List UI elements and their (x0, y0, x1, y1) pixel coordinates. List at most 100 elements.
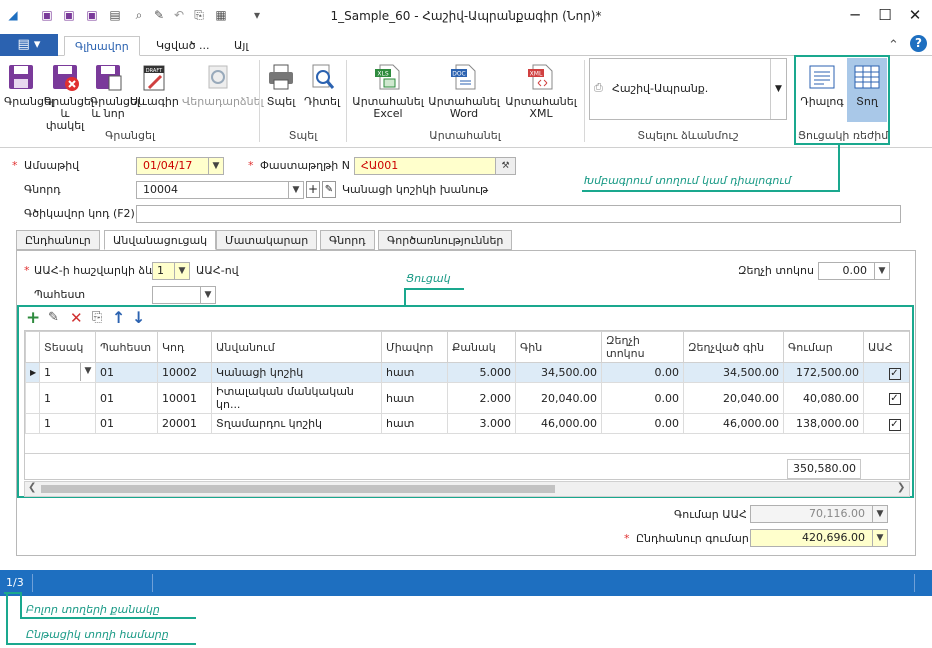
docnum-field[interactable]: ՀԱ001 ⚒ (354, 157, 516, 175)
cell-discount[interactable]: 0.00 (601, 362, 684, 383)
minimize-button[interactable]: ─ (844, 6, 866, 24)
col-header-discounted-price[interactable]: Զեղչված գին (683, 331, 784, 363)
cell-amount[interactable]: 138,000.00 (783, 413, 864, 434)
cell-vat[interactable]: ✓ (863, 413, 909, 434)
cell-price[interactable]: 34,500.00 (515, 362, 602, 383)
partner-field[interactable]: 10004 ▼ (136, 181, 304, 199)
tab-supplier[interactable]: Մատակարար (216, 230, 318, 250)
horizontal-scrollbar[interactable]: ❮ ❯ (24, 481, 910, 497)
col-header-amount[interactable]: Գումար (783, 331, 864, 363)
type-dropdown-icon[interactable]: ▼ (80, 363, 95, 381)
col-header-store[interactable]: Պահեստ (95, 331, 158, 363)
help-icon[interactable]: ? (910, 35, 927, 52)
draft-button[interactable]: DRAFT Սևագիր (130, 62, 179, 108)
cell-type[interactable]: 1 (39, 413, 96, 434)
cell-type[interactable]: 1 (39, 382, 96, 414)
cell-type[interactable]: 1 ▼ (39, 362, 96, 383)
cell-store[interactable]: 01 (95, 413, 158, 434)
row-mode-button[interactable]: Տող (847, 62, 887, 108)
col-header-name[interactable]: Անվանում (211, 331, 382, 363)
cell-discounted-price[interactable]: 20,040.00 (683, 382, 784, 414)
cell-name[interactable]: Տղամարդու կոշիկ (211, 413, 382, 434)
cell-code[interactable]: 10002 (157, 362, 212, 383)
cell-discounted-price[interactable]: 34,500.00 (683, 362, 784, 383)
tab-home[interactable]: Գլխավոր (64, 36, 140, 56)
cell-quantity[interactable]: 5.000 (447, 362, 516, 383)
col-header-discount[interactable]: Զեղչի տոկոս (601, 331, 684, 363)
cell-price[interactable]: 20,040.00 (515, 382, 602, 414)
partner-dropdown-icon[interactable]: ▼ (288, 182, 303, 198)
col-header-type[interactable]: Տեսակ (39, 331, 96, 363)
cell-amount[interactable]: 172,500.00 (783, 362, 864, 383)
vat-method-field[interactable]: 1 ▼ (152, 262, 190, 280)
cell-store[interactable]: 01 (95, 382, 158, 414)
add-icon[interactable]: + (26, 308, 40, 328)
cell-store[interactable]: 01 (95, 362, 158, 383)
cell-quantity[interactable]: 2.000 (447, 382, 516, 414)
arrow-up-icon[interactable]: ↑ (112, 308, 125, 327)
export-excel-button[interactable]: XLS Արտահանել Excel (350, 62, 426, 120)
cell-quantity[interactable]: 3.000 (447, 413, 516, 434)
dialog-mode-button[interactable]: Դիալոգ (800, 62, 844, 108)
vat-checkbox[interactable]: ✓ (888, 367, 901, 380)
print-button[interactable]: Տպել (264, 62, 298, 108)
scroll-left-icon[interactable]: ❮ (28, 482, 36, 493)
barcode-field[interactable] (136, 205, 901, 223)
tab-other[interactable]: Այլ (224, 36, 258, 56)
maximize-button[interactable]: ☐ (874, 6, 896, 24)
file-menu-button[interactable]: ▤ ▾ (0, 34, 58, 56)
save-close-button[interactable]: Գրանցել և փակել (44, 62, 94, 132)
collapse-ribbon-icon[interactable]: ⌃ (888, 38, 899, 53)
vat-checkbox[interactable]: ✓ (888, 418, 901, 431)
grand-total-dropdown-icon[interactable]: ▼ (872, 530, 887, 546)
edit-icon[interactable]: ✎ (48, 310, 59, 325)
cell-unit[interactable]: հատ (381, 362, 448, 383)
cell-vat[interactable]: ✓ (863, 382, 909, 414)
delete-icon[interactable]: ✕ (70, 309, 83, 327)
cell-name[interactable]: Կանացի կոշիկ (211, 362, 382, 383)
cell-unit[interactable]: հատ (381, 413, 448, 434)
arrow-down-icon[interactable]: ↓ (132, 308, 145, 327)
copy-icon[interactable]: ⎘ (92, 310, 102, 325)
save-button[interactable]: Գրանցել (4, 62, 54, 108)
cell-unit[interactable]: հատ (381, 382, 448, 414)
close-button[interactable]: ✕ (904, 6, 926, 24)
cell-code[interactable]: 20001 (157, 413, 212, 434)
print-form-selector[interactable]: ⎙ Հաշիվ-Ապրանք. ▼ (589, 58, 787, 120)
scrollbar-thumb[interactable] (41, 485, 555, 493)
cell-code[interactable]: 10001 (157, 382, 212, 414)
tab-general[interactable]: Ընդհանուր (16, 230, 100, 250)
date-field[interactable]: 01/04/17 ▼ (136, 157, 224, 175)
cell-discount[interactable]: 0.00 (601, 382, 684, 414)
restore-button[interactable]: Վերադարձնել (182, 62, 264, 108)
cell-name[interactable]: Իտալական մանկական կո... (211, 382, 382, 414)
vat-checkbox[interactable]: ✓ (888, 393, 901, 405)
partner-edit-icon[interactable]: ✎ (322, 181, 336, 198)
export-word-button[interactable]: DOC Արտահանել Word (428, 62, 500, 120)
print-form-dropdown-icon[interactable]: ▼ (770, 59, 786, 119)
col-header-code[interactable]: Կոդ (157, 331, 212, 363)
cell-discounted-price[interactable]: 46,000.00 (683, 413, 784, 434)
col-header-unit[interactable]: Միավոր (381, 331, 448, 363)
tab-operations[interactable]: Գործառնություններ (378, 230, 513, 250)
col-header-vat[interactable]: ԱԱՀ (863, 331, 909, 363)
vat-method-dropdown-icon[interactable]: ▼ (174, 263, 189, 279)
partner-add-icon[interactable]: + (306, 181, 320, 198)
cell-price[interactable]: 46,000.00 (515, 413, 602, 434)
save-new-button[interactable]: Գրանցել և նոր (90, 62, 140, 120)
table-row[interactable]: 1 01 20001 Տղամարդու կոշիկ հատ 3.000 46,… (25, 413, 909, 434)
scroll-right-icon[interactable]: ❯ (897, 482, 905, 493)
cell-discount[interactable]: 0.00 (601, 413, 684, 434)
grand-total-field[interactable]: 420,696.00 ▼ (750, 529, 888, 547)
cell-amount[interactable]: 40,080.00 (783, 382, 864, 414)
tab-nomenclature[interactable]: Անվանացուցակ (104, 230, 217, 250)
tab-buyer[interactable]: Գնորդ (320, 230, 375, 250)
col-header-quantity[interactable]: Քանակ (447, 331, 516, 363)
vat-total-dropdown-icon[interactable]: ▼ (872, 506, 887, 522)
table-row[interactable]: 1 01 10001 Իտալական մանկական կո... հատ 2… (25, 382, 909, 414)
view-button[interactable]: Դիտել (302, 62, 342, 108)
cell-vat[interactable]: ✓ (863, 362, 909, 383)
col-header-price[interactable]: Գին (515, 331, 602, 363)
export-xml-button[interactable]: XML Արտահանել XML (504, 62, 578, 120)
store-dropdown-icon[interactable]: ▼ (200, 287, 215, 303)
